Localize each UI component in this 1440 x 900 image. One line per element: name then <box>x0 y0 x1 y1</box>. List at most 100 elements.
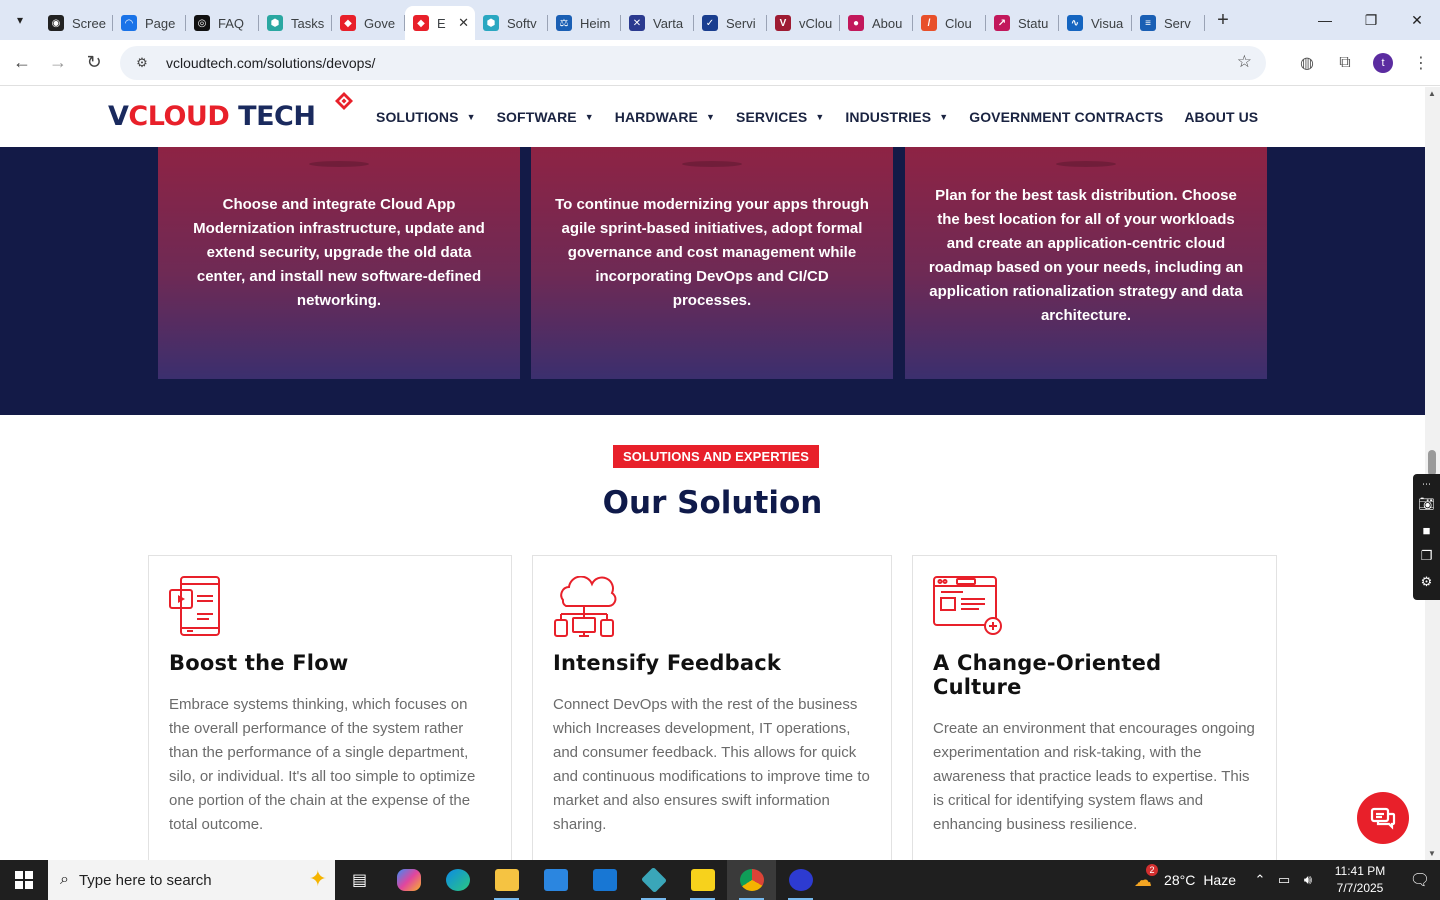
browser-tab[interactable]: ⬢ Softv <box>475 6 548 40</box>
browser-window-icon <box>933 576 1002 635</box>
scroll-down-arrow-icon[interactable]: ▼ <box>1428 849 1436 858</box>
extensions-puzzle-icon[interactable]: ⧉ <box>1326 45 1364 81</box>
tab-list: ◉ Scree ◠ Page ◎ FAQ ⬢ Tasks ◆ Gove ◆ E ✕ ⬢ Softv ⚖ Heim… <box>40 0 1205 40</box>
chevron-down-icon: ▼ <box>939 112 949 122</box>
tab-title: Servi <box>726 15 756 31</box>
chat-support-button[interactable] <box>1357 792 1409 844</box>
system-clock[interactable]: 11:41 PM 7/7/2025 <box>1320 863 1400 897</box>
logo-text-tech: TECH <box>229 101 316 132</box>
taskbar-search[interactable]: ⌕ Type here to search ✦ <box>48 860 335 900</box>
nav-item-hardware[interactable]: HARDWARE ▼ <box>615 109 715 125</box>
hero-card-2: To continue modernizing your apps throug… <box>531 147 893 379</box>
weather-desc: Haze <box>1203 872 1236 888</box>
nav-item-services[interactable]: SERVICES ▼ <box>736 109 824 125</box>
solution-text: Embrace systems thinking, which focuses … <box>169 696 476 833</box>
bookmark-star-icon[interactable]: ☆ <box>1237 52 1252 72</box>
camera-icon[interactable]: 📷︎ <box>1418 491 1435 517</box>
nav-item-industries[interactable]: INDUSTRIES ▼ <box>845 109 948 125</box>
browser-tab[interactable]: ● Abou <box>840 6 913 40</box>
show-hidden-icons-icon[interactable]: ⌃ <box>1248 872 1272 888</box>
tab-favicon-icon: ◉ <box>48 15 64 31</box>
forward-arrow-icon[interactable]: → <box>40 45 76 81</box>
nav-item-software[interactable]: SOFTWARE ▼ <box>497 109 594 125</box>
section-badge: SOLUTIONS AND EXPERTIES <box>613 445 820 468</box>
video-camera-icon[interactable]: ■ <box>1423 517 1431 543</box>
tab-title: FAQ <box>218 15 245 31</box>
tab-favicon-icon: ◎ <box>194 15 210 31</box>
url-text[interactable]: vcloudtech.com/solutions/devops/ <box>166 55 375 71</box>
tab-favicon-icon: ✓ <box>702 15 718 31</box>
reload-icon[interactable]: ↻ <box>76 45 112 81</box>
site-info-icon[interactable]: ⚙ <box>132 53 152 73</box>
browser-tab[interactable]: ↗ Statu <box>986 6 1059 40</box>
close-window-icon[interactable]: ✕ <box>1394 0 1440 40</box>
browser-tab[interactable]: ◠ Page <box>113 6 186 40</box>
hero-card-text: Plan for the best task distribution. Cho… <box>928 187 1244 324</box>
browser-tab[interactable]: ◎ FAQ <box>186 6 259 40</box>
browser-tab[interactable]: ◆ E ✕ <box>405 6 475 40</box>
nav-item-government-contracts[interactable]: GOVERNMENT CONTRACTS <box>969 109 1163 125</box>
browser-tab[interactable]: ✕ Varta <box>621 6 694 40</box>
copilot-icon[interactable] <box>384 860 433 900</box>
settings-gear-icon[interactable]: ⚙ <box>1421 569 1433 595</box>
notifications-icon[interactable]: 🗨︎ <box>1400 870 1440 890</box>
nav-item-label: ABOUT US <box>1184 109 1259 125</box>
tab-favicon-icon: ⬢ <box>483 15 499 31</box>
chevron-down-icon: ▼ <box>706 112 716 122</box>
file-explorer-icon[interactable] <box>482 860 531 900</box>
browser-tab[interactable]: ⬢ Tasks <box>259 6 332 40</box>
microsoft-store-icon[interactable] <box>531 860 580 900</box>
scroll-up-arrow-icon[interactable]: ▲ <box>1428 89 1436 98</box>
tab-title: Visua <box>1091 15 1124 31</box>
toolbar-more-icon[interactable]: ⋯ <box>1422 477 1431 491</box>
minimize-icon[interactable]: — <box>1302 0 1348 40</box>
tab-search-dropdown-icon[interactable]: ▾ <box>0 0 40 40</box>
window-capture-icon[interactable]: ❐ <box>1421 543 1433 569</box>
chevron-down-icon: ▼ <box>815 112 825 122</box>
profile-avatar[interactable]: t <box>1373 53 1393 73</box>
zoom-icon[interactable] <box>776 860 825 900</box>
url-bar[interactable]: ⚙ vcloudtech.com/solutions/devops/ ☆ <box>120 46 1266 80</box>
browser-tab[interactable]: / Clou <box>913 6 986 40</box>
browser-menu-icon[interactable]: ⋮ <box>1402 45 1440 81</box>
browser-tab[interactable]: VvClou <box>767 6 840 40</box>
logo-text-cloud: CLOUD <box>128 101 230 132</box>
sticky-notes-icon[interactable] <box>678 860 727 900</box>
hero-card-1: Choose and integrate Cloud App Moderniza… <box>158 147 520 379</box>
section-title: Our Solution <box>602 485 823 521</box>
app-hexagon-icon[interactable] <box>629 860 678 900</box>
weather-widget[interactable]: ☁ 2 28°C Haze <box>1134 863 1236 891</box>
start-button[interactable] <box>0 860 48 900</box>
browser-tab[interactable]: ⚖ Heim <box>548 6 621 40</box>
logo-badge-icon <box>335 92 353 110</box>
restore-icon[interactable]: ❐ <box>1348 0 1394 40</box>
browser-tab[interactable]: ◆ Gove <box>332 6 405 40</box>
tab-favicon-icon: ≡ <box>1140 15 1156 31</box>
nav-item-solutions[interactable]: SOLUTIONS ▼ <box>376 109 476 125</box>
solution-title: Intensify Feedback <box>553 651 782 675</box>
nav-item-about-us[interactable]: ABOUT US <box>1184 109 1258 125</box>
volume-icon[interactable]: 🔊︎ <box>1296 872 1320 888</box>
tab-title: Page <box>145 15 176 31</box>
translate-icon[interactable]: ◍ <box>1288 45 1326 81</box>
tab-favicon-icon: ∿ <box>1067 15 1083 31</box>
search-icon: ⌕ <box>60 871 69 888</box>
tab-favicon-icon: ◆ <box>413 15 429 31</box>
browser-tab[interactable]: ◉ Scree <box>40 6 113 40</box>
vcloudtech-logo[interactable]: VCLOUD TECH <box>108 91 358 141</box>
mail-icon[interactable] <box>580 860 629 900</box>
browser-tab[interactable]: ✓ Servi <box>694 6 767 40</box>
window-controls: — ❐ ✕ <box>1302 0 1440 40</box>
tab-favicon-icon: / <box>921 15 937 31</box>
task-view-icon[interactable]: ▤ <box>335 860 384 900</box>
scrollbar-thumb[interactable] <box>1428 450 1436 476</box>
new-tab-button[interactable]: + <box>1207 4 1239 36</box>
browser-tab[interactable]: ∿ Visua <box>1059 6 1132 40</box>
edge-icon[interactable] <box>433 860 482 900</box>
chrome-icon[interactable] <box>727 860 776 900</box>
tab-close-icon[interactable]: ✕ <box>458 15 469 31</box>
tab-favicon-icon: ✕ <box>629 15 645 31</box>
network-icon[interactable]: ▭ <box>1272 872 1296 888</box>
back-arrow-icon[interactable]: ← <box>4 45 40 81</box>
browser-tab[interactable]: ≡ Serv <box>1132 6 1205 40</box>
